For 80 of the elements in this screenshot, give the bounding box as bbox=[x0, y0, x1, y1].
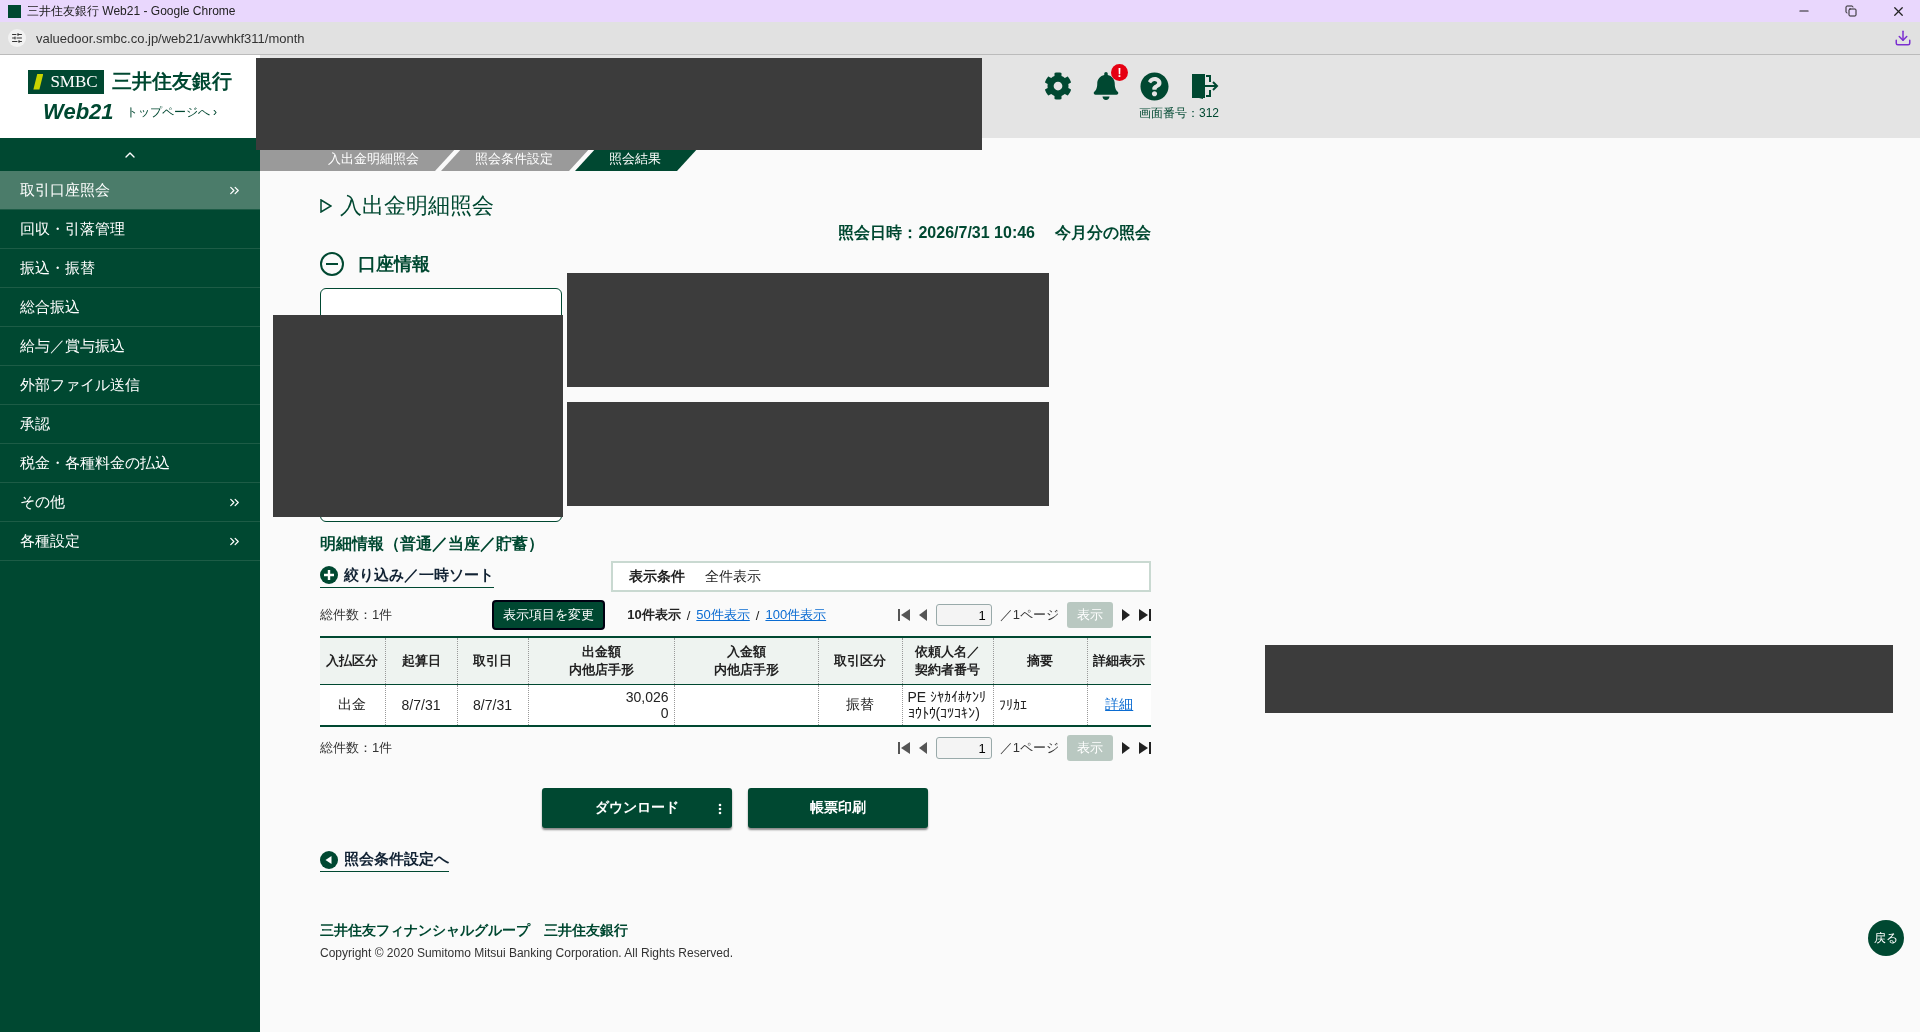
bank-name: 三井住友銀行 bbox=[111, 69, 232, 94]
section-title: 口座情報 bbox=[358, 253, 430, 276]
column-header: 入払区分 bbox=[320, 637, 385, 685]
alert-badge: ! bbox=[1111, 64, 1128, 81]
smbc-logo[interactable]: SMBC bbox=[28, 69, 104, 94]
column-header: 入金額 内他店手形 bbox=[674, 637, 818, 685]
back-button[interactable]: 戻る bbox=[1868, 920, 1904, 956]
table-cell: 振替 bbox=[846, 696, 874, 714]
column-header: 起算日 bbox=[385, 637, 457, 685]
screen-number: 画面番号：312 bbox=[1138, 105, 1219, 122]
page-count: ／1ページ bbox=[999, 606, 1059, 624]
next-page-icon[interactable] bbox=[1121, 742, 1131, 754]
plus-icon bbox=[320, 566, 338, 584]
first-page-icon[interactable] bbox=[897, 742, 910, 754]
sidebar-item[interactable]: 承認 bbox=[0, 405, 260, 444]
change-columns-button[interactable]: 表示項目を変更 bbox=[492, 600, 606, 630]
last-page-icon[interactable] bbox=[1139, 609, 1151, 621]
triangle-icon bbox=[320, 199, 332, 213]
logout-button[interactable] bbox=[1189, 71, 1219, 101]
table-cell: ﾌﾘｶｴ bbox=[998, 697, 1027, 713]
sidebar-item[interactable]: その他 bbox=[0, 483, 260, 522]
restore-icon[interactable] bbox=[1845, 5, 1857, 17]
sidebar-item[interactable]: 各種設定 bbox=[0, 522, 260, 561]
top-page-link[interactable]: トップページへ › bbox=[125, 103, 217, 121]
column-header: 取引区分 bbox=[818, 637, 902, 685]
filter-link[interactable]: 絞り込み／一時ソート bbox=[320, 565, 494, 588]
column-header: 摘要 bbox=[993, 637, 1087, 685]
window-title: 三井住友銀行 Web21 - Google Chrome bbox=[27, 2, 236, 20]
condition-label: 表示条件 bbox=[629, 567, 685, 586]
sidebar-item[interactable]: 税金・各種料金の払込 bbox=[0, 444, 260, 483]
page-size-link[interactable]: 50件表示 bbox=[696, 606, 750, 624]
settings-button[interactable] bbox=[1044, 72, 1072, 100]
print-button[interactable]: 帳票印刷 bbox=[748, 788, 928, 828]
download-button[interactable]: ダウンロード bbox=[542, 788, 732, 828]
help-button[interactable] bbox=[1140, 71, 1169, 101]
column-header: 出金額 内他店手形 bbox=[528, 637, 674, 685]
sidebar-item[interactable]: 取引口座照会 bbox=[0, 171, 260, 210]
sidebar-item[interactable]: 回収・引落管理 bbox=[0, 210, 260, 249]
page-title: 入出金明細照会 bbox=[320, 191, 1151, 221]
url-text: valuedoor.smbc.co.jp/web21/avwhkf311/month bbox=[36, 30, 305, 46]
column-header: 取引日 bbox=[457, 637, 528, 685]
page-count: ／1ページ bbox=[999, 739, 1059, 757]
sidebar-item[interactable]: 給与／賞与振込 bbox=[0, 327, 260, 366]
previous-page-icon[interactable] bbox=[917, 609, 928, 621]
footer-company: 三井住友フィナンシャルグループ 三井住友銀行 bbox=[320, 922, 629, 940]
table-cell: 8/7/31 bbox=[473, 697, 512, 713]
separator: / bbox=[686, 607, 691, 623]
copyright: Copyright © 2020 Sumitomo Mitsui Banking Corporation. All Rights Reserved. bbox=[320, 946, 735, 960]
column-header: 詳細表示 bbox=[1087, 637, 1151, 685]
download-icon[interactable] bbox=[1894, 29, 1912, 47]
total-count: 総件数：1件 bbox=[320, 739, 393, 757]
table-cell: 8/7/31 bbox=[401, 697, 441, 713]
table-cell: 30,026 0 bbox=[625, 689, 669, 721]
previous-page-icon[interactable] bbox=[917, 742, 928, 754]
back-link[interactable]: 照会条件設定へ bbox=[320, 850, 449, 872]
condition-value: 全件表示 bbox=[705, 567, 761, 586]
first-page-icon[interactable] bbox=[897, 609, 910, 621]
favicon-icon bbox=[8, 4, 21, 18]
query-time: 照会日時：2026/7/31 10:46 bbox=[838, 223, 1035, 243]
more-icon bbox=[718, 803, 722, 815]
table-cell: PE ｼﾔｶｲﾎｹﾝﾘ ﾖｳﾄｳ(ｺﾂｺｷﾝ) bbox=[907, 689, 987, 721]
column-header: 依頼人名／ 契約者番号 bbox=[902, 637, 993, 685]
page-input[interactable]: 1 bbox=[935, 737, 992, 759]
separator: / bbox=[755, 607, 760, 623]
table-cell: 出金 bbox=[338, 696, 367, 714]
sidebar-item[interactable]: 振込・振替 bbox=[0, 249, 260, 288]
page-input[interactable]: 1 bbox=[935, 604, 992, 626]
sidebar-item[interactable]: 外部ファイル送信 bbox=[0, 366, 260, 405]
page-size-link[interactable]: 10件表示 bbox=[627, 606, 681, 624]
last-page-icon[interactable] bbox=[1139, 742, 1151, 754]
query-scope: 今月分の照会 bbox=[1055, 223, 1151, 243]
collapse-icon[interactable] bbox=[320, 252, 344, 276]
total-count: 総件数：1件 bbox=[320, 606, 393, 624]
page-size-link[interactable]: 100件表示 bbox=[765, 606, 827, 624]
detail-link[interactable]: 詳細 bbox=[1105, 696, 1134, 712]
product-name: Web21 bbox=[43, 99, 114, 125]
section-title: 明細情報（普通／当座／貯蓄） bbox=[320, 534, 545, 554]
sidebar-item[interactable]: 総合振込 bbox=[0, 288, 260, 327]
next-page-icon[interactable] bbox=[1121, 609, 1131, 621]
site-settings-icon[interactable] bbox=[8, 29, 26, 47]
